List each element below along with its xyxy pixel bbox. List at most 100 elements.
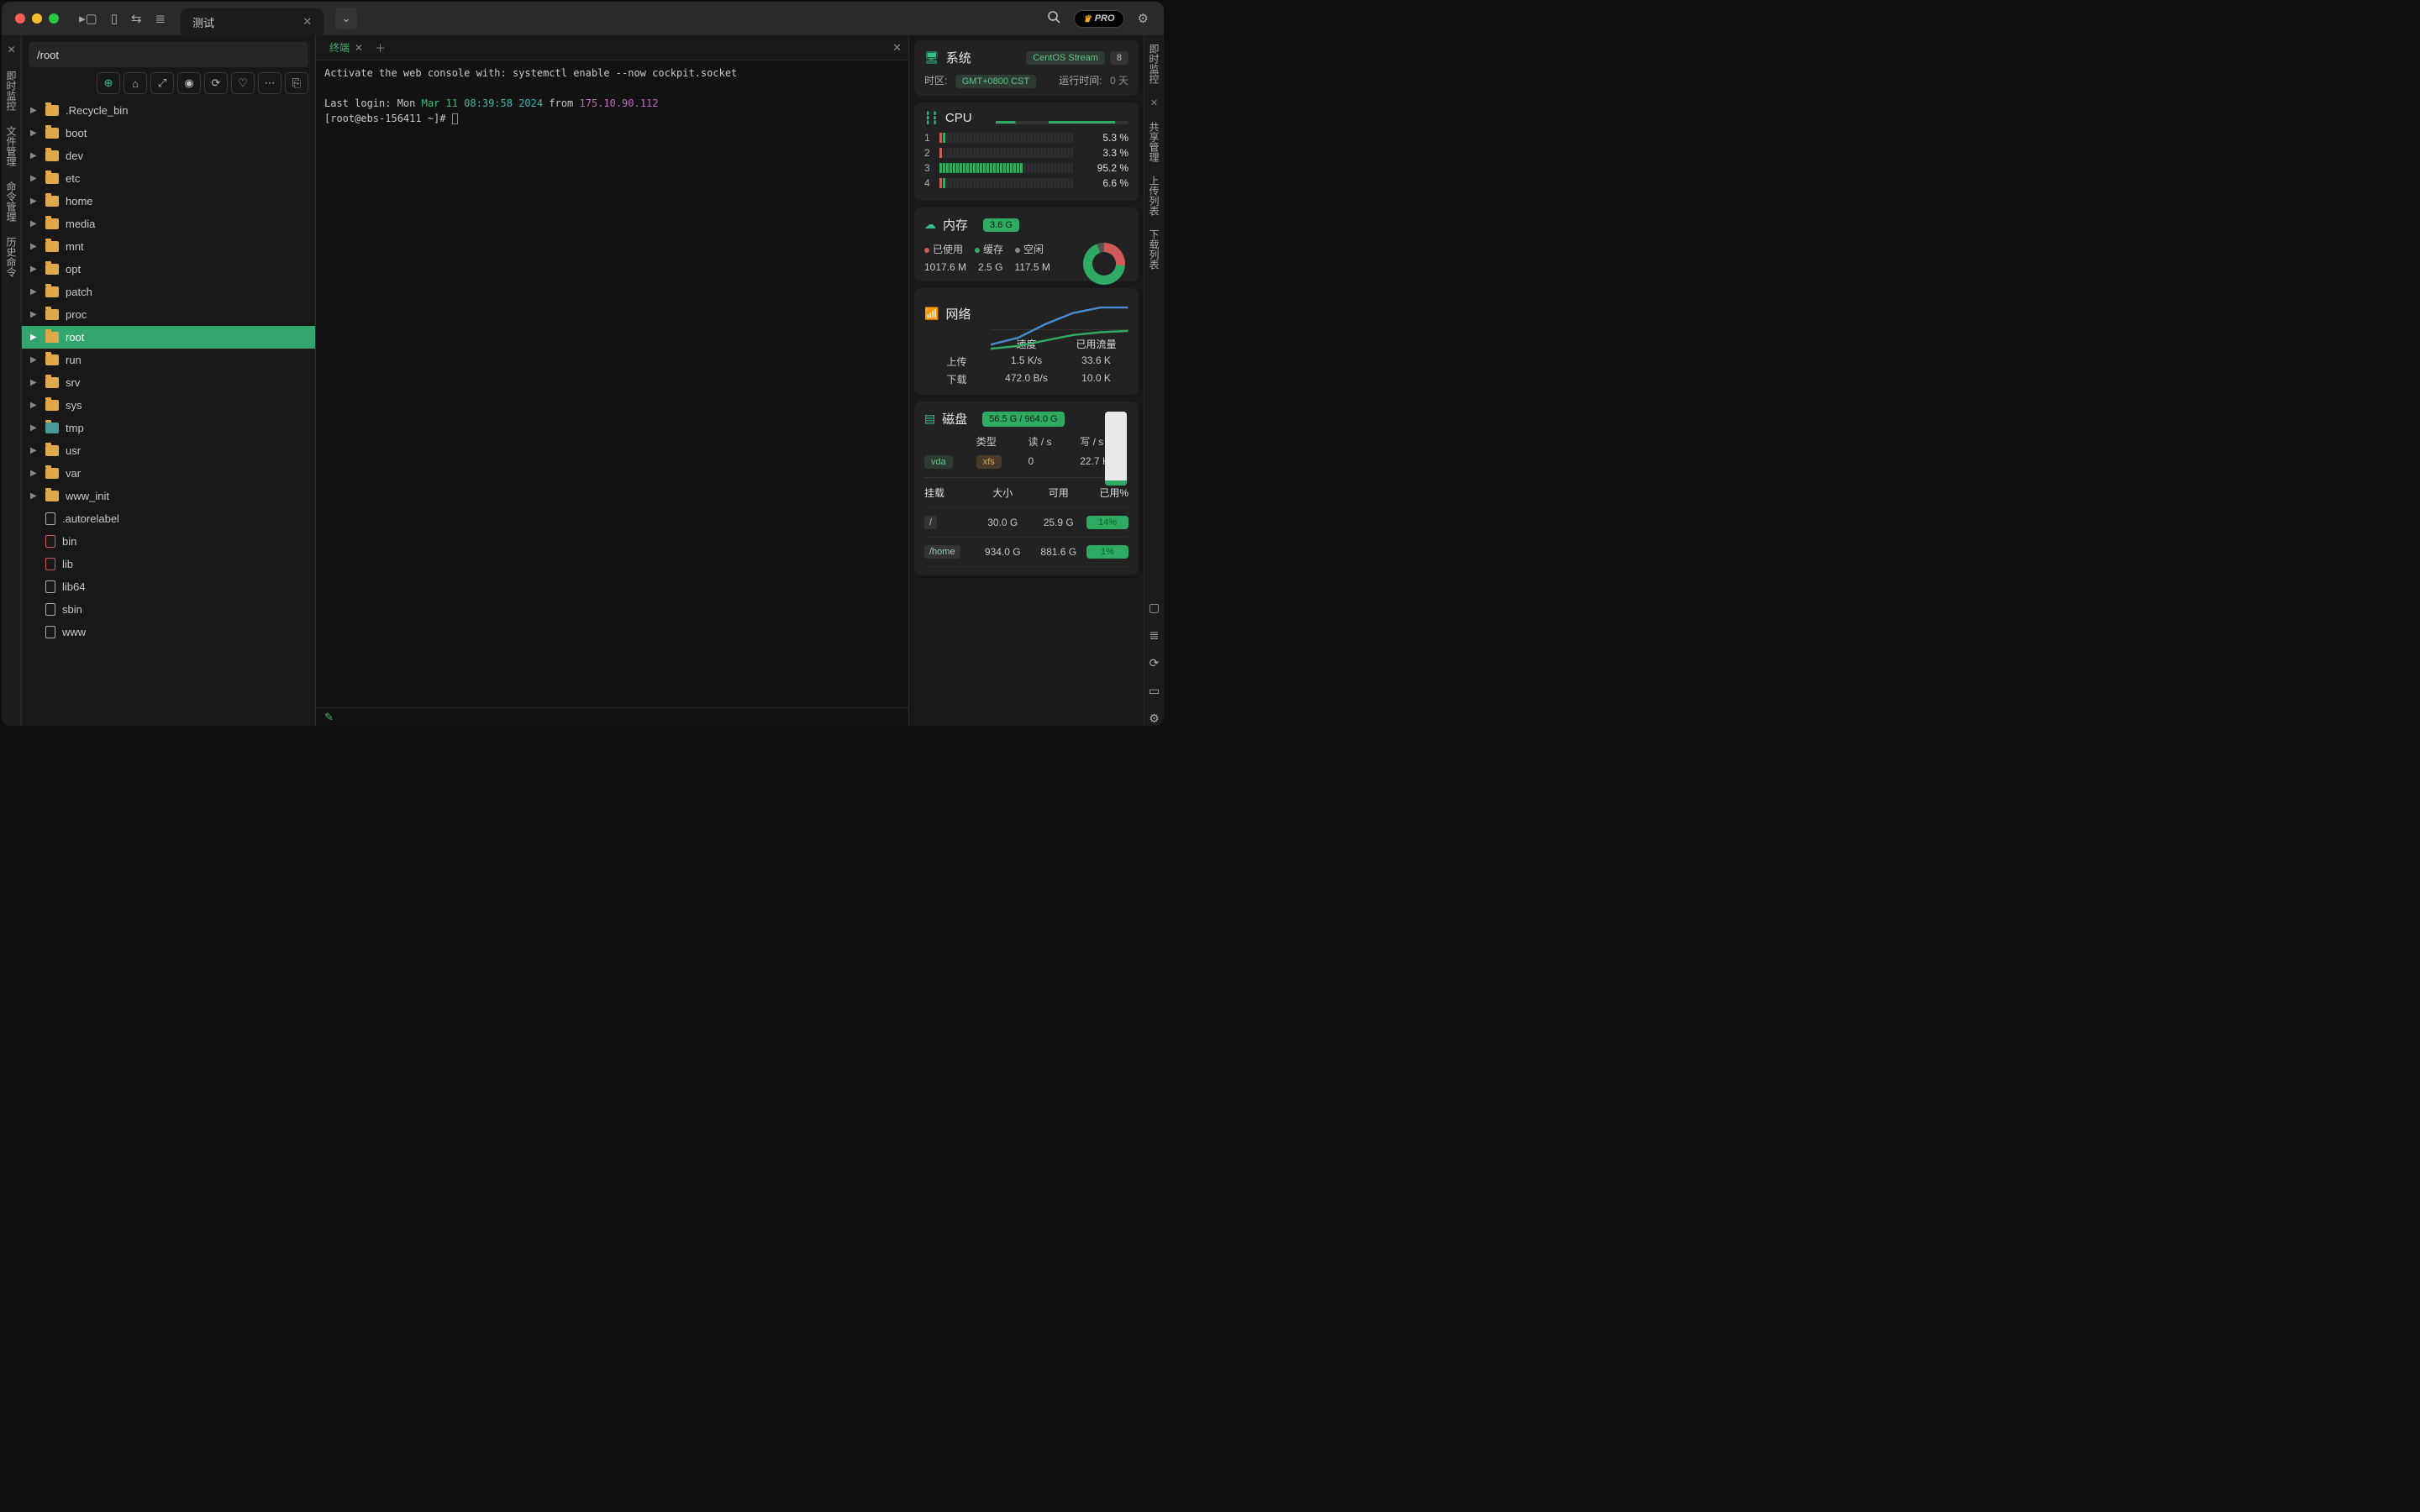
tree-row-media[interactable]: ▶media [22, 213, 315, 235]
folder-icon [45, 332, 59, 343]
mem-legend-used: 已使用 [933, 244, 963, 255]
tree-row-www_init[interactable]: ▶www_init [22, 485, 315, 507]
home-icon[interactable]: ⌂ [124, 72, 147, 94]
tree-row-www[interactable]: www [22, 621, 315, 643]
close-tab-icon[interactable]: ✕ [302, 15, 312, 29]
memory-donut-chart [1083, 243, 1125, 285]
chevron-right-icon: ▶ [30, 265, 39, 274]
terminal-icon[interactable]: ▸▢ [79, 11, 97, 26]
card-icon[interactable]: ▭ [1149, 684, 1160, 698]
file-tree[interactable]: ▶.Recycle_bin▶boot▶dev▶etc▶home▶media▶mn… [22, 99, 315, 726]
mount-path: /home [924, 545, 960, 559]
folder-icon [45, 354, 59, 365]
rail-commands[interactable]: 命令管理 [4, 181, 18, 222]
target-icon[interactable]: ⊕ [97, 72, 120, 94]
tree-row-run[interactable]: ▶run [22, 349, 315, 371]
folder-icon [45, 445, 59, 456]
expand-icon[interactable]: ⤢ [150, 72, 174, 94]
tree-row-patch[interactable]: ▶patch [22, 281, 315, 303]
left-rail-close-icon[interactable]: ✕ [7, 44, 15, 55]
settings-icon[interactable]: ⚙ [1138, 11, 1149, 26]
tree-row-opt[interactable]: ▶ opt [22, 258, 315, 281]
gear-icon[interactable]: ⚙ [1149, 711, 1160, 726]
rrail-upload[interactable]: 上传列表 [1147, 176, 1161, 216]
rrail-share[interactable]: 共享管理 [1147, 122, 1161, 162]
tree-row-root[interactable]: ▶root [22, 326, 315, 349]
tree-row-dev[interactable]: ▶dev [22, 144, 315, 167]
zoom-window-button[interactable] [49, 13, 59, 24]
close-window-button[interactable] [15, 13, 25, 24]
tree-row-home[interactable]: ▶home [22, 190, 315, 213]
tree-row-.autorelabel[interactable]: .autorelabel [22, 507, 315, 530]
right-rail-close-icon[interactable]: ✕ [1150, 97, 1158, 108]
file-icon [45, 512, 55, 525]
tree-row-tmp[interactable]: ▶tmp [22, 417, 315, 439]
disk-mount-row: /30.0 G25.9 G14% [924, 508, 1128, 538]
path-input-value: /root [37, 49, 59, 61]
rail-monitor[interactable]: 即时监控 [4, 71, 18, 111]
chevron-right-icon: ▶ [30, 151, 39, 160]
close-center-icon[interactable]: ✕ [892, 41, 902, 55]
tree-row-var[interactable]: ▶var [22, 462, 315, 485]
rail-history[interactable]: 历史命令 [4, 237, 18, 277]
list-icon[interactable]: ≣ [155, 11, 166, 26]
tab-dropdown-button[interactable]: ⌄ [335, 8, 357, 29]
refresh-icon[interactable]: ⟳ [204, 72, 228, 94]
connection-tab[interactable]: 测试 ✕ [181, 8, 324, 35]
folder-icon [45, 400, 59, 411]
term-login-ip: 175.10.90.112 [579, 97, 658, 109]
terminal-tab[interactable]: 终端 ✕ [323, 40, 370, 55]
heart-icon[interactable]: ♡ [231, 72, 255, 94]
tree-row-proc[interactable]: ▶proc [22, 303, 315, 326]
path-input[interactable]: /root [29, 42, 308, 67]
chevron-right-icon: ▶ [30, 378, 39, 387]
panel-icon[interactable]: ▯ [111, 11, 118, 26]
eye-icon[interactable]: ◉ [177, 72, 201, 94]
close-terminal-tab-icon[interactable]: ✕ [355, 42, 363, 54]
cpu-title: CPU [945, 111, 972, 125]
cpu-core-num: 2 [924, 147, 933, 159]
minimize-window-button[interactable] [32, 13, 42, 24]
net-up-used: 33.6 K [1064, 354, 1128, 369]
search-icon[interactable] [1047, 10, 1060, 27]
tree-row-sys[interactable]: ▶sys [22, 394, 315, 417]
tree-item-label: lib [62, 558, 73, 570]
more-icon[interactable]: ⋯ [258, 72, 281, 94]
refresh-icon[interactable]: ⟳ [1150, 656, 1160, 670]
rrail-monitor[interactable]: 即时监控 [1147, 44, 1161, 84]
tree-row-usr[interactable]: ▶usr [22, 439, 315, 462]
tree-row-lib[interactable]: lib [22, 553, 315, 575]
chevron-right-icon: ▶ [30, 333, 39, 342]
tree-row-etc[interactable]: ▶etc [22, 167, 315, 190]
disk-th-mount: 挂载 [924, 486, 975, 500]
pen-icon[interactable]: ✎ [324, 711, 334, 724]
folder-icon [45, 150, 59, 161]
tree-row-lib64[interactable]: lib64 [22, 575, 315, 598]
rrail-download[interactable]: 下载列表 [1147, 229, 1161, 270]
memory-title: 内存 [943, 216, 968, 234]
tree-item-label: .Recycle_bin [66, 104, 128, 117]
net-up-label: 上传 [924, 354, 989, 369]
tree-item-label: proc [66, 308, 87, 321]
tree-item-label: .autorelabel [62, 512, 119, 525]
term-prompt: [root@ebs-156411 ~]# [324, 113, 452, 124]
tree-row-.Recycle_bin[interactable]: ▶.Recycle_bin [22, 99, 315, 122]
folder-icon [45, 491, 59, 501]
terminal-output[interactable]: Activate the web console with: systemctl… [316, 60, 908, 707]
tree-row-srv[interactable]: ▶srv [22, 371, 315, 394]
tree-row-bin[interactable]: bin [22, 530, 315, 553]
expand-icon[interactable]: ▢ [1149, 601, 1160, 615]
tree-item-label: tmp [66, 422, 84, 434]
add-terminal-tab-icon[interactable]: ＋ [375, 39, 386, 55]
rail-files[interactable]: 文件管理 [4, 126, 18, 166]
tree-row-sbin[interactable]: sbin [22, 598, 315, 621]
list-icon[interactable]: ≣ [1150, 628, 1160, 643]
tree-item-label: opt [66, 263, 81, 276]
mem-used-value: 1017.6 M [924, 261, 966, 273]
term-login-from: from [543, 97, 579, 109]
tree-row-boot[interactable]: ▶boot [22, 122, 315, 144]
upload-icon[interactable]: ⎘ [285, 72, 308, 94]
disk-hdr-type: 类型 [976, 434, 1025, 449]
transfer-icon[interactable]: ⇆ [131, 11, 142, 26]
tree-row-mnt[interactable]: ▶mnt [22, 235, 315, 258]
